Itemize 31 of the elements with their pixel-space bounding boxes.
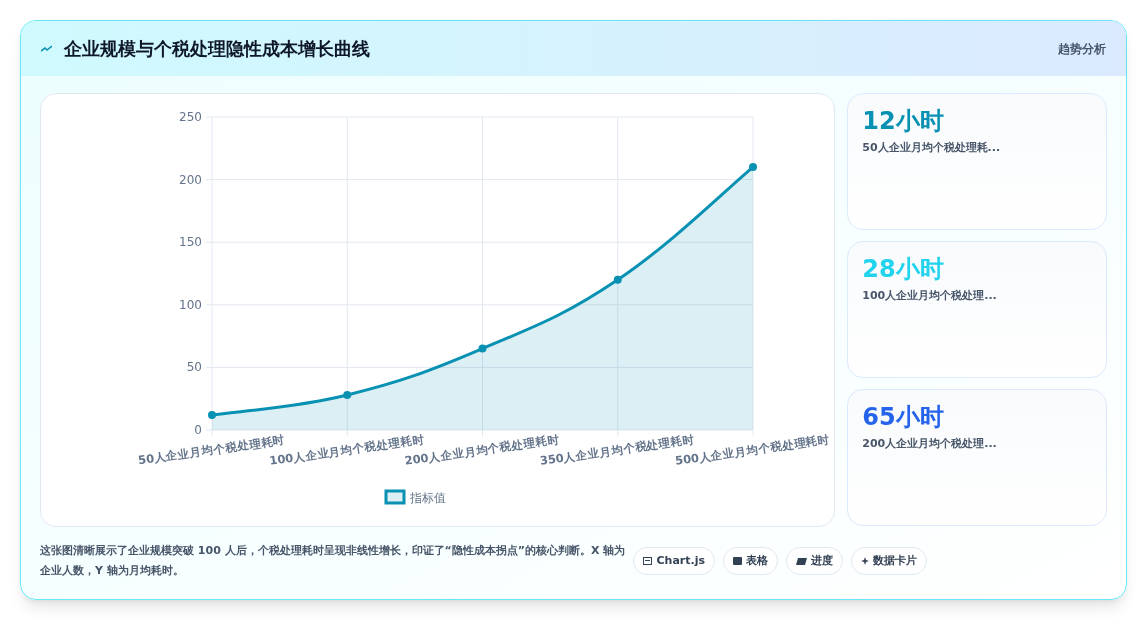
point [343, 390, 352, 399]
y-tick-label: 150 [179, 235, 202, 250]
format-chip[interactable]: 进度 [786, 547, 843, 575]
chart-icon [643, 557, 653, 565]
sparkle-icon [861, 557, 869, 565]
header-title: 企业规模与个税处理隐性成本增长曲线 [64, 37, 370, 61]
footer-note: 这张图清晰展示了企业规模突破 100 人后，个税处理耗时呈现非线性增长，印证了“隐性成本拐点”的核心判断。X 轴为企业人数，Y 轴为月均耗时。 [40, 543, 627, 579]
stat-value: 65小时 [862, 402, 945, 432]
format-chip[interactable]: 表格 [723, 547, 778, 575]
y-tick-label: 250 [179, 110, 202, 124]
point [749, 163, 757, 172]
stat-label: 100人企业月均个税处理... [862, 288, 998, 304]
format-chip[interactable]: Chart.js [633, 547, 715, 575]
stat-label: 200人企业月均个税处理... [862, 436, 998, 452]
progress-icon [796, 557, 807, 565]
stat-value: 12小时 [862, 106, 945, 136]
point [613, 275, 622, 284]
stat-value: 28小时 [862, 254, 945, 284]
squiggle-icon [41, 44, 52, 53]
y-tick-label: 100 [179, 297, 202, 312]
table-icon [733, 557, 742, 565]
point [208, 410, 216, 419]
legend-swatch [384, 489, 406, 505]
y-tick-label: 0 [194, 423, 202, 437]
format-chip[interactable]: 数据卡片 [851, 547, 927, 575]
y-tick-label: 200 [179, 172, 202, 187]
y-tick-label: 50 [186, 360, 202, 375]
header-tag: 趋势分析 [1058, 39, 1106, 58]
stat-label: 50人企业月均个税处理耗... [862, 140, 1002, 156]
legend-label: 指标值 [410, 491, 446, 505]
point [478, 344, 487, 353]
